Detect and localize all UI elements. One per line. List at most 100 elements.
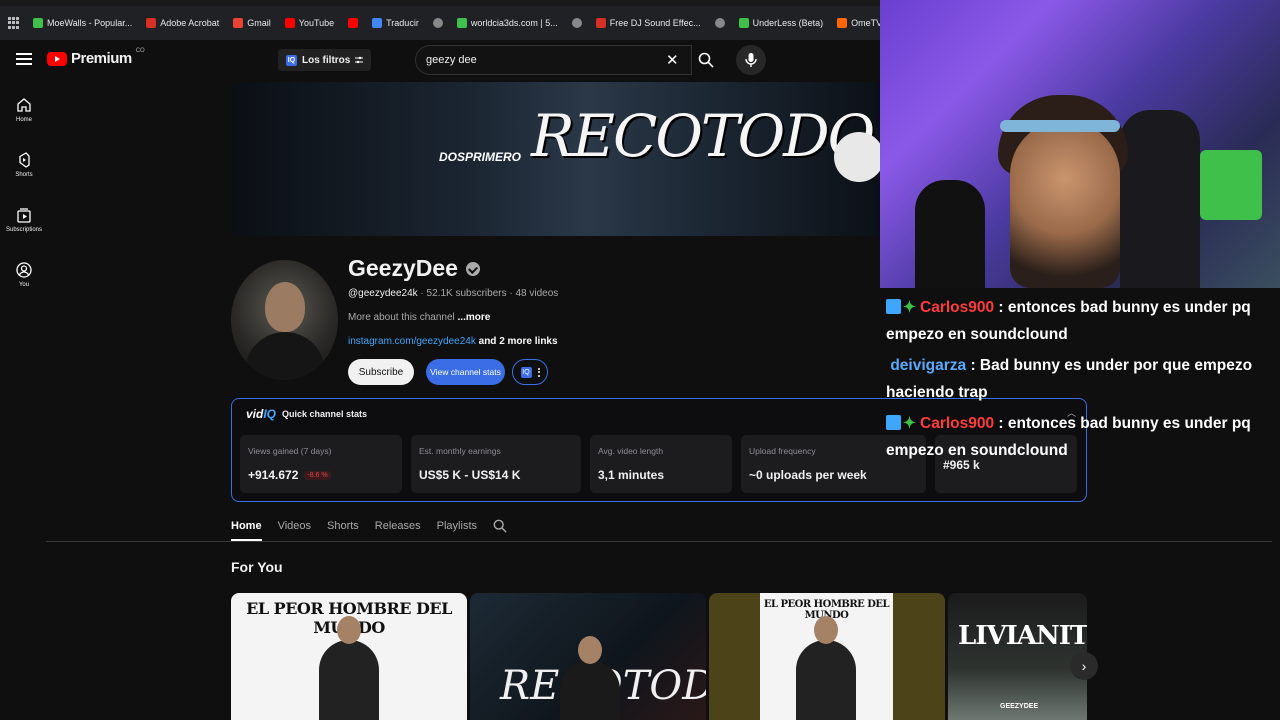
- bookmark-item[interactable]: worldcia3ds.com | 5...: [456, 18, 558, 28]
- sidebar-item-subscriptions[interactable]: Subscriptions: [0, 192, 48, 247]
- bookmark-favicon-icon: [372, 18, 383, 28]
- chat-username: Carlos900: [920, 415, 995, 432]
- banner-title-text: RECOTODO: [531, 102, 875, 170]
- bulldog-logo-icon: [834, 132, 880, 182]
- bookmark-label: OmeTV Video Chat...: [851, 18, 880, 28]
- search-button[interactable]: [692, 45, 720, 75]
- video-thumbnail[interactable]: EL PEOR HOMBRE DEL MUNDO: [231, 593, 467, 720]
- chat-message: ✦ Carlos900 : entonces bad bunny es under…: [886, 294, 1280, 348]
- sidebar-item-home[interactable]: Home: [0, 82, 48, 137]
- youtube-play-icon: [47, 51, 67, 66]
- video-thumbnail[interactable]: LIVIANITO GEEZYDEE: [948, 593, 1087, 720]
- channel-search-icon[interactable]: [493, 519, 507, 533]
- video-thumbnail[interactable]: RECOTODO: [470, 593, 706, 720]
- bookmark-item[interactable]: Gmail: [233, 18, 271, 28]
- sidebar-item-shorts[interactable]: Shorts: [0, 137, 48, 192]
- channel-links: instagram.com/geezydee24k and 2 more lin…: [348, 336, 558, 347]
- bookmark-item[interactable]: UnderLess (Beta): [738, 18, 824, 28]
- menu-icon[interactable]: [16, 53, 32, 65]
- bookmark-label: Gmail: [247, 18, 271, 28]
- tab-home[interactable]: Home: [231, 520, 262, 541]
- stream-chat-overlay: ✦ Carlos900 : entonces bad bunny es under…: [880, 288, 1280, 488]
- bookmark-favicon-icon: [33, 18, 43, 28]
- filters-button[interactable]: IQ Los filtros: [278, 49, 372, 71]
- video-thumbnail[interactable]: EL PEOR HOMBRE DEL MUNDO: [709, 593, 945, 720]
- stat-label: Avg. video length: [598, 446, 664, 456]
- clear-search-icon[interactable]: ✕: [666, 51, 679, 69]
- vidiq-menu-button[interactable]: IQ: [512, 359, 548, 385]
- bookmark-label: MoeWalls - Popular...: [47, 18, 133, 28]
- stat-card: Avg. video length 3,1 minutes: [590, 435, 732, 493]
- verified-icon: [465, 261, 480, 276]
- vidiq-icon: IQ: [286, 54, 297, 66]
- filters-label: Los filtros: [302, 54, 351, 66]
- bookmark-item[interactable]: YouTube: [284, 18, 334, 28]
- subscribe-button[interactable]: Subscribe: [348, 359, 414, 385]
- sidebar-item-you[interactable]: You: [0, 247, 48, 302]
- country-code: CO: [135, 47, 145, 54]
- about-more-link[interactable]: ...more: [458, 312, 491, 323]
- logo-text: Premium: [71, 50, 132, 67]
- bookmark-favicon-icon: [146, 18, 157, 28]
- sidebar: Home Shorts Subscriptions You: [0, 82, 48, 302]
- bookmark-item[interactable]: [571, 18, 582, 28]
- instagram-link[interactable]: instagram.com/geezydee24k: [348, 336, 476, 347]
- tab-releases[interactable]: Releases: [375, 520, 421, 532]
- vidiq-logo: vidIQ: [246, 407, 276, 421]
- bookmark-item[interactable]: Traducir: [372, 18, 419, 28]
- stat-label: Est. monthly earnings: [419, 446, 501, 456]
- bookmark-label: worldcia3ds.com | 5...: [470, 18, 558, 28]
- bookmark-item[interactable]: Adobe Acrobat: [146, 18, 219, 28]
- bookmark-favicon-icon: [233, 18, 244, 28]
- bookmark-label: Free DJ Sound Effec...: [609, 18, 701, 28]
- tab-videos[interactable]: Videos: [278, 520, 311, 532]
- you-icon: [16, 261, 32, 278]
- vidiq-title: Quick channel stats: [282, 409, 368, 419]
- moderator-badge-icon: [886, 415, 901, 430]
- bookmark-item[interactable]: [714, 18, 725, 28]
- more-vert-icon: [537, 367, 540, 377]
- bookmark-item[interactable]: OmeTV Video Chat...: [837, 18, 880, 28]
- chat-username: Carlos900: [920, 299, 995, 316]
- bookmark-label: Traducir: [386, 18, 419, 28]
- vidiq-brand-a: vid: [246, 407, 264, 421]
- bookmark-label: UnderLess (Beta): [752, 18, 824, 28]
- apps-grid-icon[interactable]: [8, 17, 19, 29]
- more-links[interactable]: and 2 more links: [479, 336, 558, 347]
- channel-avatar[interactable]: [231, 260, 338, 380]
- bookmark-item[interactable]: Free DJ Sound Effec...: [595, 18, 701, 28]
- bookmark-favicon-icon: [837, 18, 848, 28]
- stat-value: ~0 uploads per week: [749, 468, 867, 482]
- channel-handle: @geezydee24k: [348, 288, 418, 299]
- next-arrow-button[interactable]: ›: [1070, 652, 1098, 680]
- tab-shorts[interactable]: Shorts: [327, 520, 359, 532]
- sparkle-badge-icon: ✦: [903, 415, 916, 432]
- section-title: For You: [231, 559, 283, 575]
- stat-value: +914.672: [248, 468, 299, 482]
- bookmark-item[interactable]: [348, 18, 359, 28]
- tab-playlists[interactable]: Playlists: [437, 520, 477, 532]
- view-channel-stats-button[interactable]: View channel stats: [426, 359, 505, 385]
- banner-small-text: DOSPRIMERO: [439, 150, 522, 164]
- bookmark-item[interactable]: [432, 18, 443, 28]
- sliders-icon: [355, 56, 364, 64]
- thumbnail-title: LIVIANITO: [958, 621, 1087, 651]
- voice-search-button[interactable]: [736, 45, 766, 75]
- bookmark-item[interactable]: MoeWalls - Popular...: [33, 18, 132, 28]
- sparkle-badge-icon: ✦: [903, 299, 916, 316]
- tabs-divider: [46, 541, 1272, 542]
- youtube-premium-logo[interactable]: Premium CO: [47, 47, 145, 67]
- stat-card: Views gained (7 days) +914.672 -8.6 %: [240, 435, 402, 493]
- search-input[interactable]: geezy dee: [415, 45, 692, 75]
- sidebar-label: Subscriptions: [5, 226, 43, 233]
- search-icon: [698, 52, 714, 68]
- shorts-icon: [19, 151, 30, 168]
- microphone-icon: [745, 53, 757, 67]
- youtube-header: Premium CO IQ Los filtros geezy dee ✕: [0, 40, 880, 82]
- chat-message: deivigarza : Bad bunny es under por que …: [886, 352, 1280, 406]
- channel-about[interactable]: More about this channel ...more: [348, 312, 490, 323]
- bookmark-favicon-icon: [738, 18, 749, 28]
- chevron-right-icon: ›: [1081, 658, 1087, 674]
- bookmark-favicon-icon: [284, 18, 295, 28]
- stat-value: 3,1 minutes: [598, 468, 665, 482]
